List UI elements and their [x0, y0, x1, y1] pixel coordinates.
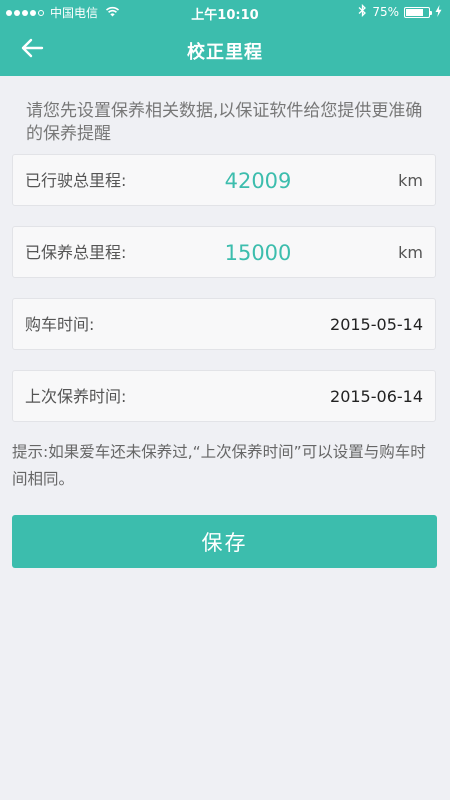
header: 中国电信 上午10:10 75% 校正里程	[0, 0, 450, 76]
charging-icon	[435, 4, 442, 20]
purchase-date-field[interactable]: 购车时间: 2015-05-14	[12, 298, 436, 350]
page-title: 校正里程	[187, 42, 263, 63]
last-maintenance-date-field[interactable]: 上次保养时间: 2015-06-14	[12, 370, 436, 422]
battery-icon	[404, 6, 432, 18]
last-maintenance-date-value[interactable]: 2015-06-14	[330, 371, 423, 423]
purchase-date-label: 购车时间:	[25, 315, 95, 334]
maintained-mileage-value[interactable]: 15000	[193, 227, 323, 279]
intro-text: 请您先设置保养相关数据,以保证软件给您提供更准确的保养提醒	[26, 101, 423, 144]
battery-level	[406, 8, 423, 16]
save-button[interactable]: 保存	[12, 515, 437, 568]
maintained-mileage-unit: km	[398, 243, 423, 262]
total-mileage-field[interactable]: 已行驶总里程: 42009 km	[12, 154, 436, 206]
total-mileage-label: 已行驶总里程:	[25, 171, 127, 190]
bluetooth-icon	[358, 3, 367, 20]
maintained-mileage-label: 已保养总里程:	[25, 243, 127, 262]
last-maintenance-date-label: 上次保养时间:	[25, 387, 127, 406]
nav-bar: 校正里程	[0, 24, 450, 76]
status-bar: 中国电信 上午10:10 75%	[0, 0, 450, 24]
total-mileage-unit: km	[398, 171, 423, 190]
status-right: 75%	[358, 3, 442, 20]
maintained-mileage-field[interactable]: 已保养总里程: 15000 km	[12, 226, 436, 278]
total-mileage-value[interactable]: 42009	[193, 155, 323, 207]
battery-percent: 75%	[372, 5, 399, 19]
hint-text: 提示:如果爱车还未保养过,“上次保养时间”可以设置与购车时间相同。	[12, 443, 426, 488]
purchase-date-value[interactable]: 2015-05-14	[330, 299, 423, 351]
